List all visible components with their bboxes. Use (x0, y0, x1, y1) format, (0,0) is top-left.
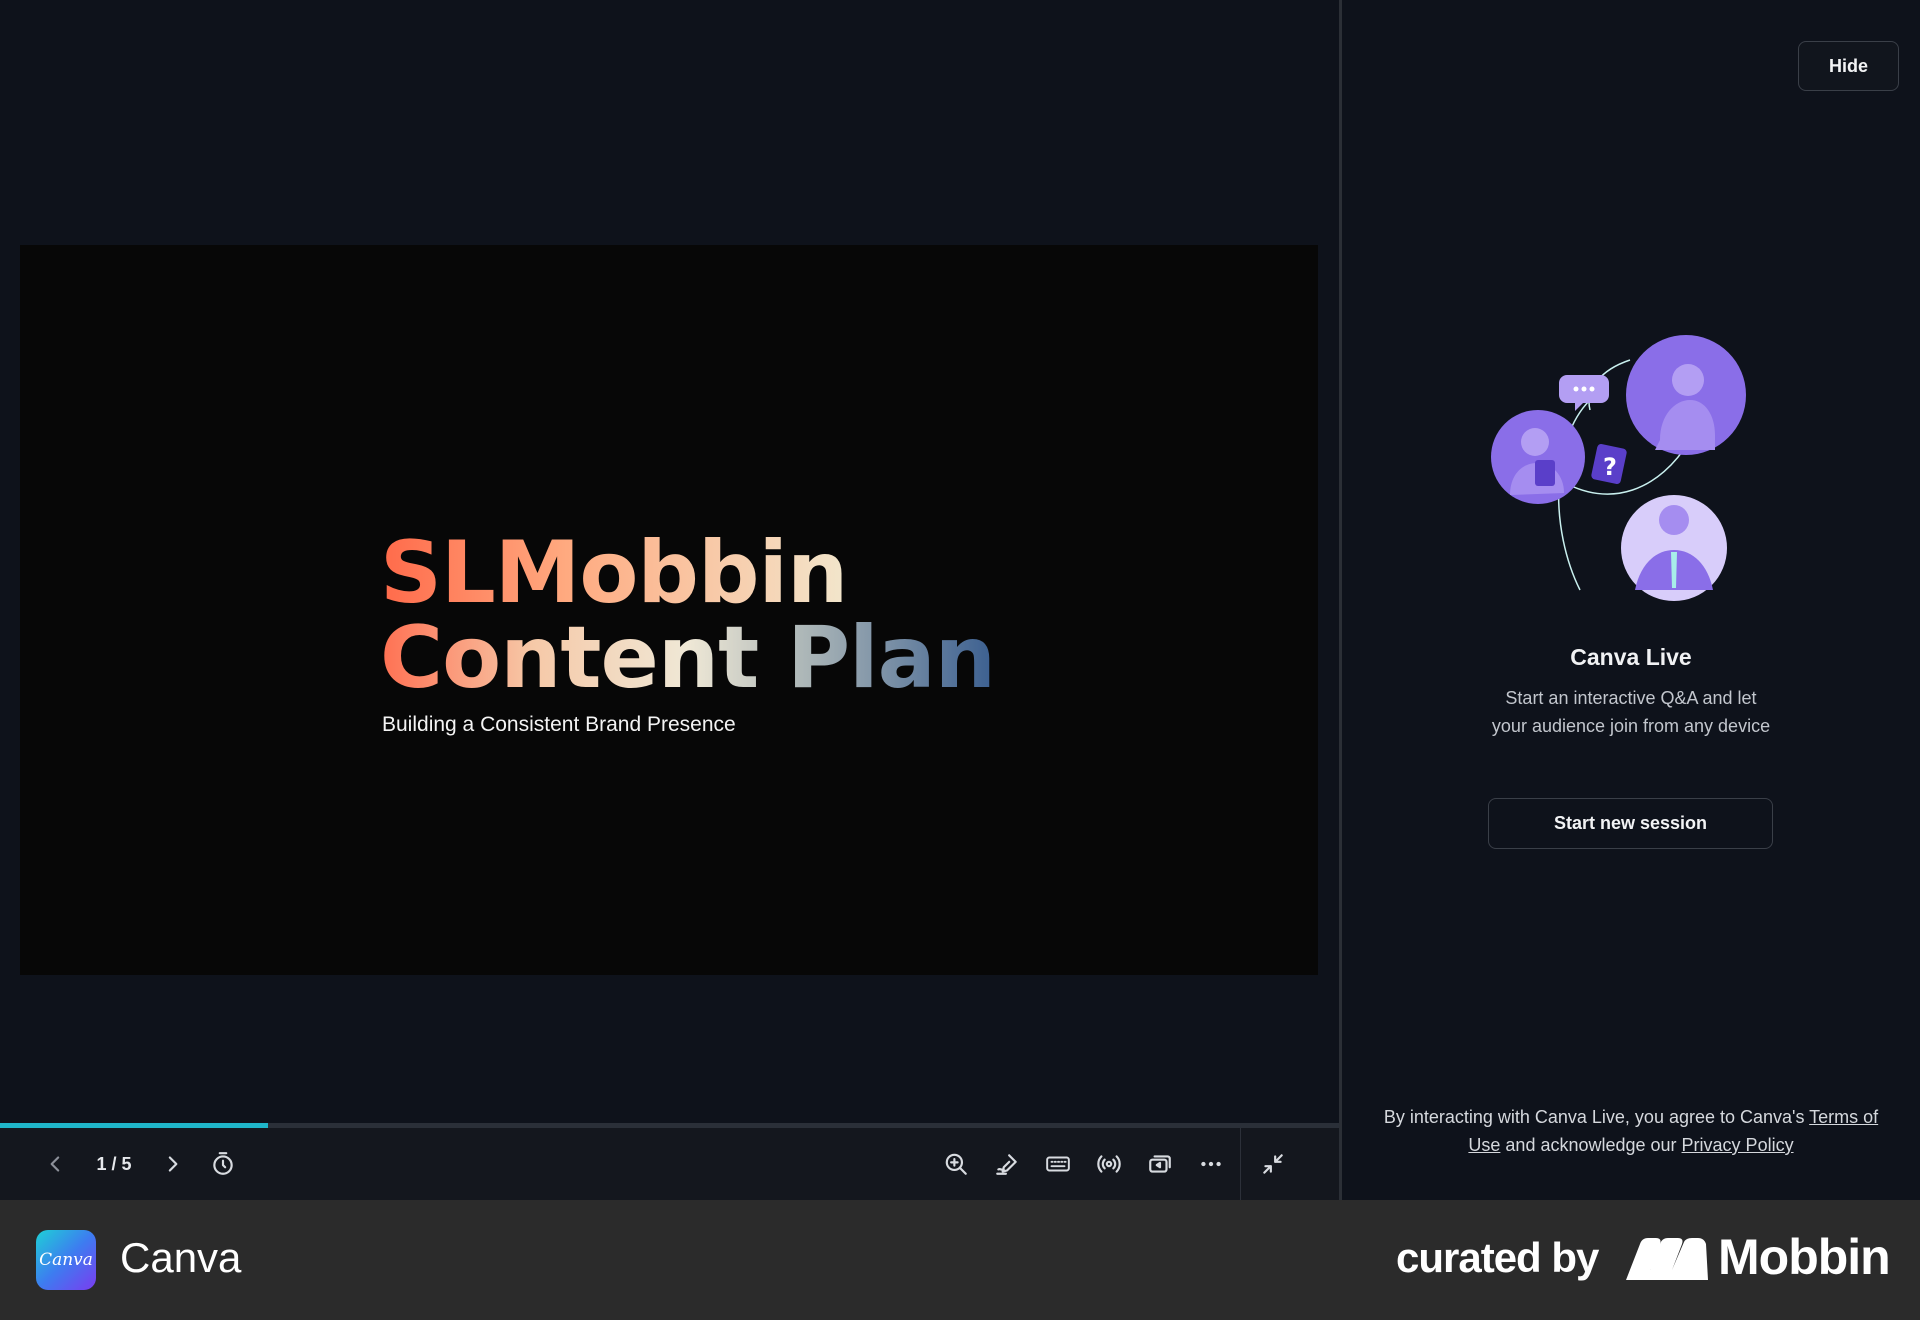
more-icon (1201, 1161, 1221, 1167)
page-indicator: 1 / 5 (84, 1128, 144, 1200)
slide-canvas[interactable]: SLMobbin Content Plan Building a Consist… (20, 245, 1318, 975)
svg-text:?: ? (1603, 453, 1617, 481)
next-slide-button[interactable] (152, 1128, 192, 1200)
canva-logo: Canva (36, 1230, 96, 1290)
footer-bar: Canva Canva curated by Mobbin (0, 1200, 1920, 1320)
canva-live-panel: Hide ? Canva Live Start an interactive Q… (1342, 0, 1920, 1200)
slide-subtitle: Building a Consistent Brand Presence (382, 713, 736, 736)
keyboard-shortcuts-button[interactable] (1037, 1128, 1079, 1200)
presenter-toolbar: 1 / 5 (0, 1128, 1339, 1200)
slide-title-line-1: SLMobbin (380, 523, 848, 623)
app-name: Canva (120, 1234, 242, 1281)
timer-button[interactable] (202, 1128, 244, 1200)
chevron-right-icon (168, 1156, 178, 1172)
broadcast-button[interactable] (1088, 1128, 1130, 1200)
zoom-button[interactable] (935, 1128, 977, 1200)
toolbar-divider (1240, 1128, 1241, 1200)
start-new-session-button[interactable]: Start new session (1488, 798, 1773, 849)
hide-button[interactable]: Hide (1798, 41, 1899, 91)
previous-slide-button[interactable] (36, 1128, 76, 1200)
chevron-left-icon (50, 1156, 60, 1172)
live-title: Canva Live (1570, 644, 1692, 670)
live-description: Start an interactive Q&A and let your au… (1491, 688, 1771, 736)
more-options-button[interactable] (1190, 1128, 1232, 1200)
draw-icon (996, 1154, 1017, 1175)
curated-by-label: curated by (1396, 1234, 1599, 1281)
broadcast-icon (1097, 1155, 1121, 1173)
privacy-policy-link[interactable]: Privacy Policy (1682, 1135, 1794, 1155)
slide-title-line-2: Content Plan (380, 615, 995, 701)
zoom-in-icon (945, 1153, 967, 1175)
mobbin-brand-name: Mobbin (1718, 1229, 1891, 1285)
page-indicator-text: 1 / 5 (96, 1153, 132, 1174)
canva-live-illustration: ? (1491, 335, 1746, 601)
keyboard-icon (1046, 1156, 1070, 1172)
minimize-icon (1263, 1154, 1283, 1174)
presentation-app: SLMobbin Content Plan Building a Consist… (0, 0, 1920, 1320)
mobbin-logo-icon (1626, 1238, 1708, 1280)
slide-title-text: SLMobbin (380, 523, 848, 623)
legal-notice: By interacting with Canva Live, you agre… (1383, 1107, 1879, 1155)
presenter-view-button[interactable] (1139, 1128, 1181, 1200)
timer-icon (213, 1152, 233, 1175)
exit-fullscreen-button[interactable] (1252, 1128, 1294, 1200)
presenter-view-icon (1149, 1155, 1171, 1173)
presentation-stage: SLMobbin Content Plan Building a Consist… (0, 0, 1339, 1200)
draw-button[interactable] (986, 1128, 1028, 1200)
slide-title-text: Content Plan (380, 608, 995, 708)
